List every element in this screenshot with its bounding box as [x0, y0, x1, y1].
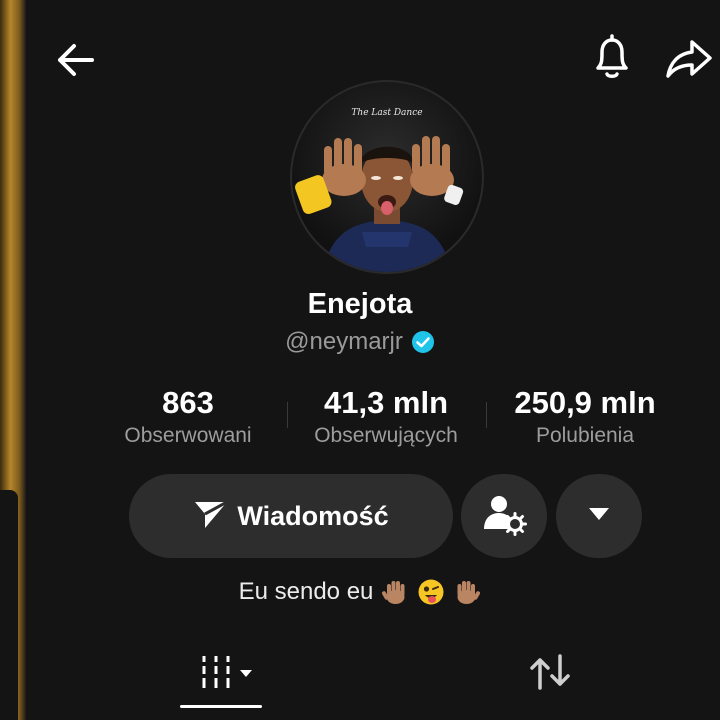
- stat-followers-label: Obserwujących: [314, 424, 458, 447]
- verified-badge-icon: [411, 330, 435, 354]
- stat-likes[interactable]: 250,9 mln Polubienia: [492, 384, 678, 450]
- stat-following-label: Obserwowani: [124, 424, 252, 447]
- stat-likes-value: 250,9 mln: [514, 385, 656, 420]
- display-name: Enejota: [307, 288, 413, 320]
- stat-following[interactable]: 863 Obserwowani: [100, 384, 276, 450]
- repost-icon: [530, 654, 570, 690]
- stat-likes-label: Polubienia: [535, 424, 635, 447]
- avatar-caption: The Last Dance: [351, 108, 423, 118]
- stat-followers[interactable]: 41,3 mln Obserwujących: [290, 384, 482, 450]
- more-options-button[interactable]: [556, 474, 642, 558]
- active-tab-indicator: [180, 705, 262, 708]
- bio-text: Eu sendo eu: [238, 578, 374, 605]
- stat-followers-value: 41,3 mln: [323, 385, 449, 420]
- bell-icon[interactable]: [588, 32, 636, 82]
- raised-hand-icon: [457, 581, 481, 604]
- stat-following-value: 863: [162, 385, 214, 420]
- paper-plane-icon: [193, 498, 229, 535]
- user-settings-icon: [481, 491, 527, 542]
- handle-row: @neymarjr: [0, 328, 720, 356]
- message-button[interactable]: Wiadomość: [129, 474, 453, 558]
- stat-divider: [486, 402, 487, 428]
- profile-avatar[interactable]: The Last Dance: [290, 80, 484, 274]
- message-button-label: Wiadomość: [237, 500, 389, 531]
- add-friend-button[interactable]: [461, 474, 547, 558]
- stat-divider: [287, 402, 288, 428]
- arrow-left-icon[interactable]: [52, 36, 100, 84]
- tab-videos[interactable]: [196, 650, 260, 694]
- share-icon[interactable]: [664, 34, 714, 82]
- winking-face-with-tongue-icon: [418, 579, 444, 605]
- caret-down-icon: [588, 507, 610, 526]
- raised-hand-icon: [382, 581, 405, 604]
- profile-bio: Eu sendo eu: [0, 578, 720, 606]
- tab-reposts[interactable]: [526, 650, 574, 694]
- grid-columns-icon: [202, 656, 252, 688]
- app-root: The Last Dance Enejota @neymarjr 863 Obs…: [0, 0, 720, 720]
- username-handle: @neymarjr: [285, 328, 403, 355]
